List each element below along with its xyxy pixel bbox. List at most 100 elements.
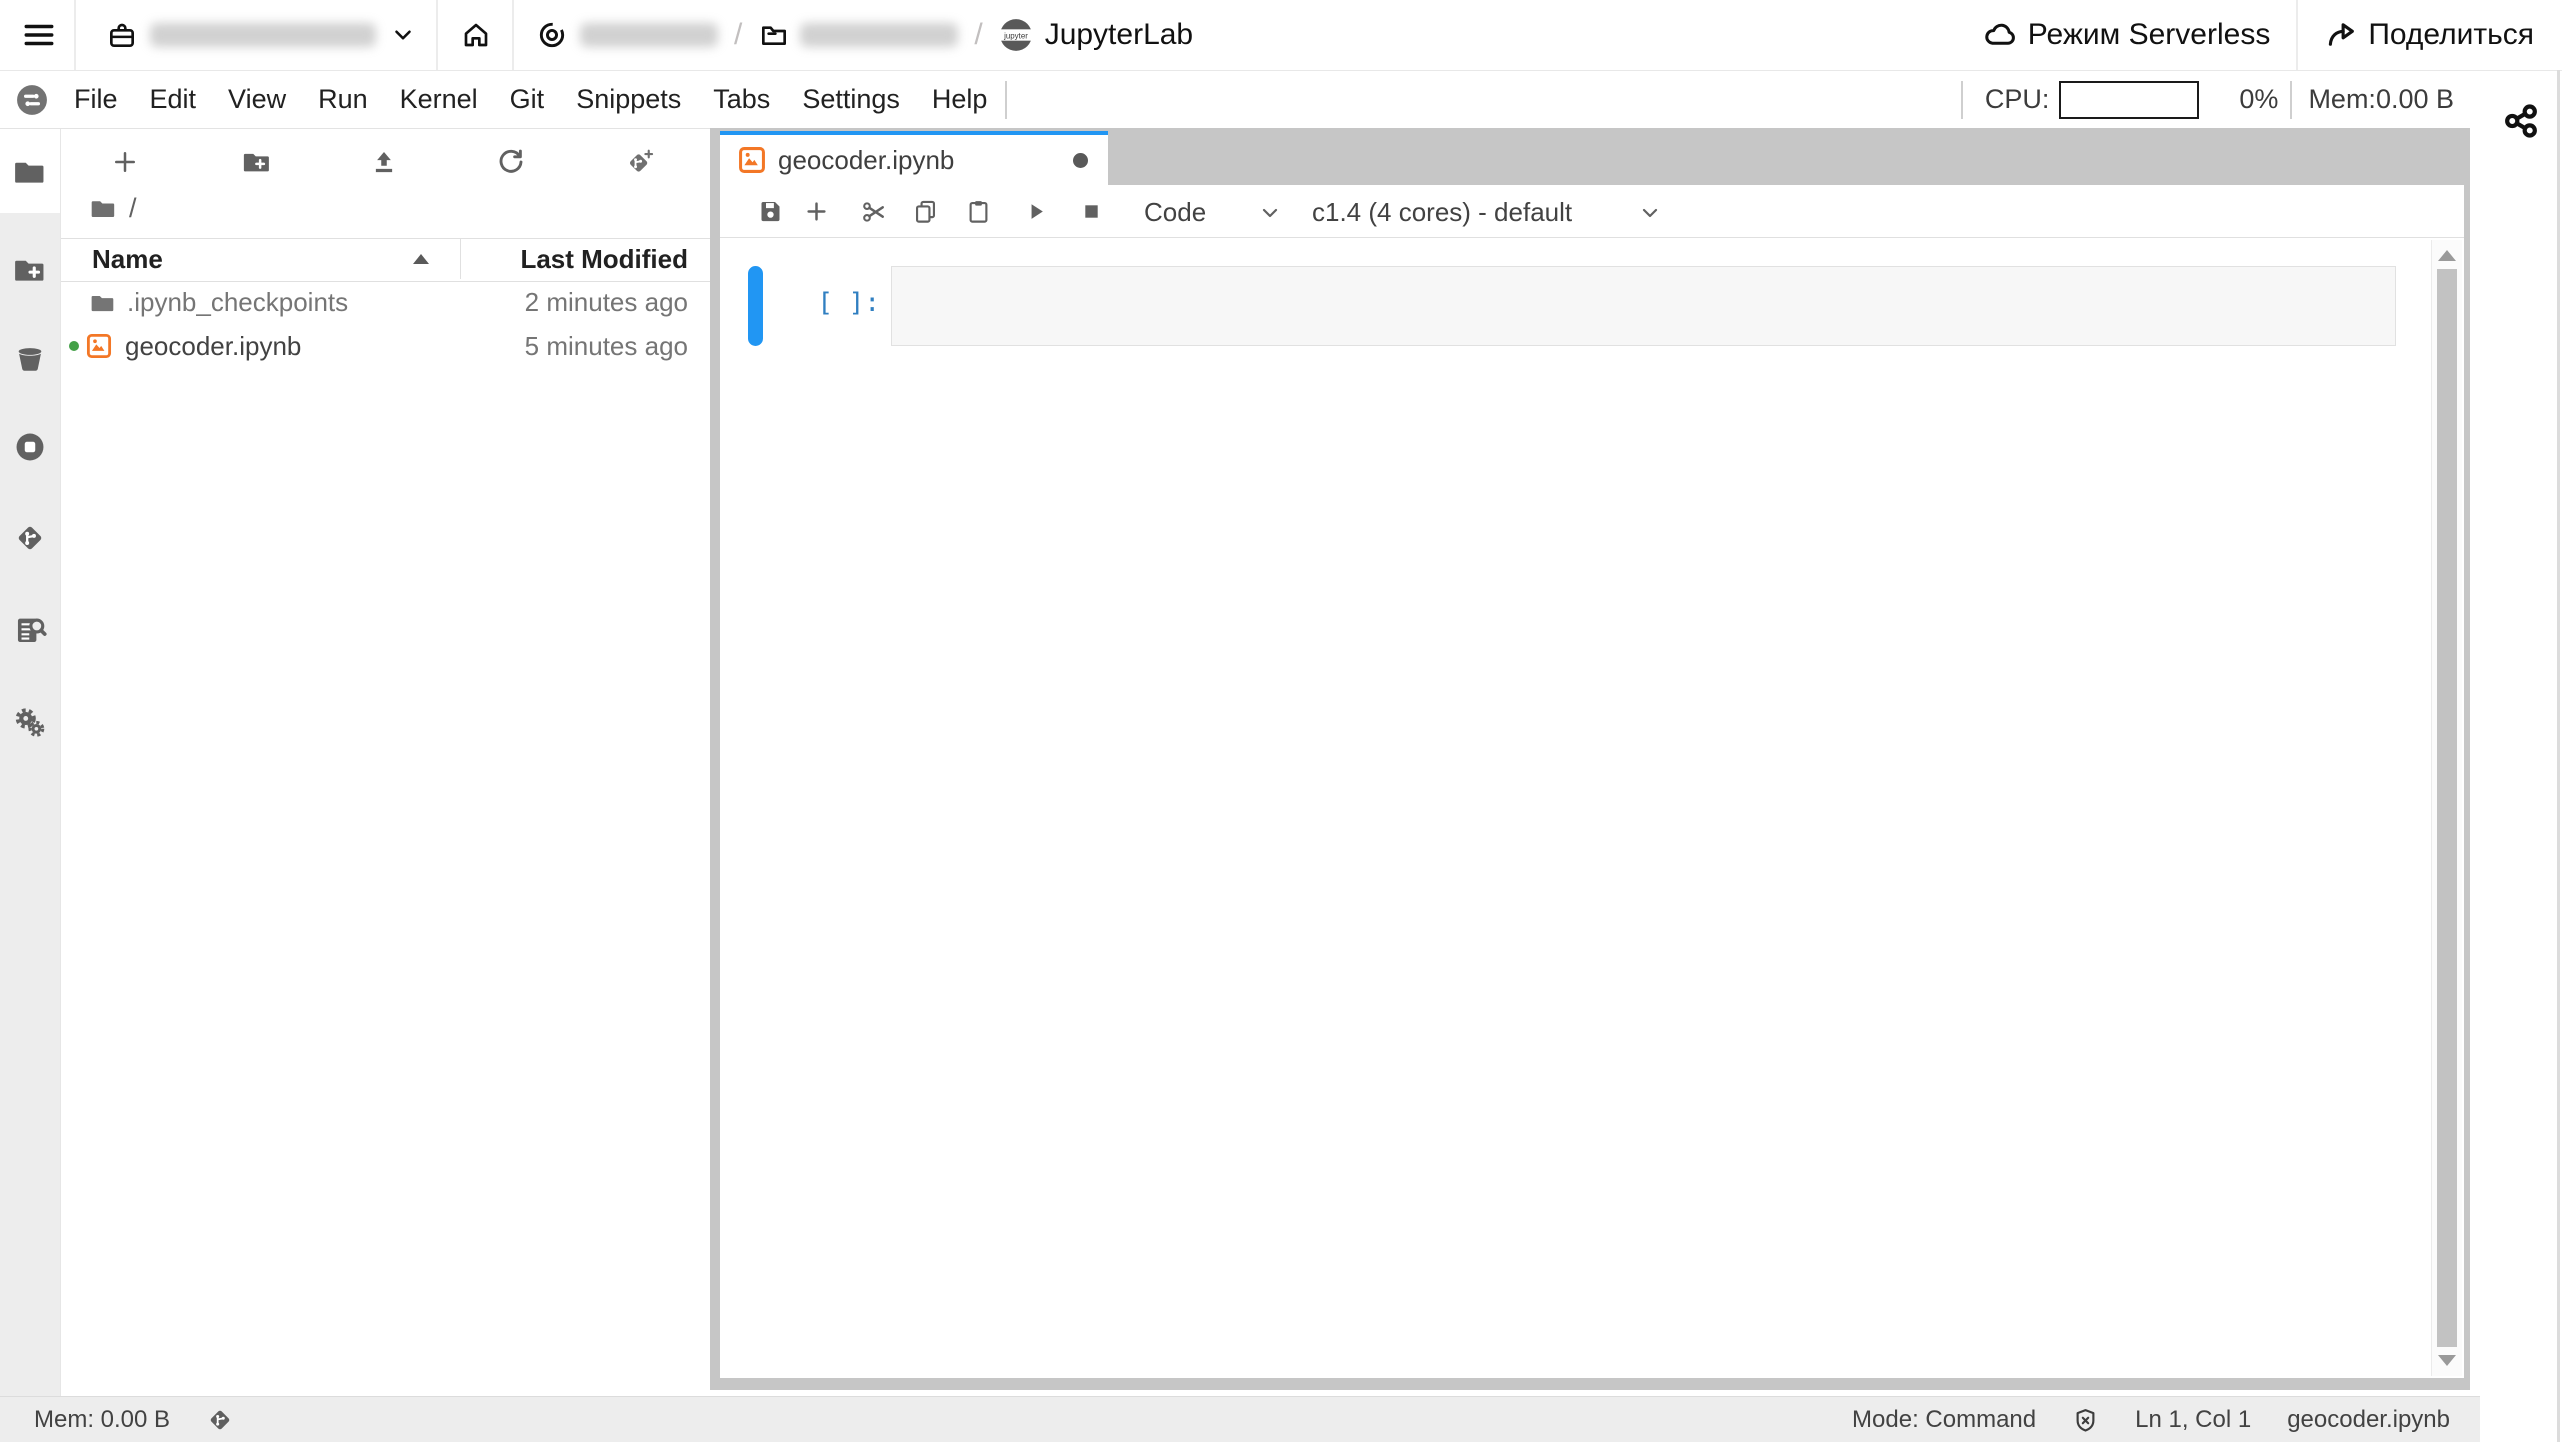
insert-cell-button plus-icon[interactable] [803,198,830,225]
cursor-position[interactable]: Ln 1, Col 1 [2135,1406,2251,1434]
menu-file[interactable]: File [58,84,134,115]
column-header-name[interactable]: Name [92,239,163,279]
serverless-mode-button[interactable]: Режим Serverless [1982,17,2271,53]
menu-kernel[interactable]: Kernel [384,84,494,115]
cell-type-dropdown[interactable]: Code [1144,197,1206,228]
breadcrumb-root[interactable]: / [129,193,137,224]
folder-icon [90,195,117,222]
stop-kernel-button stop-icon[interactable] [1078,198,1105,225]
file-browser-breadcrumb[interactable]: / [90,193,137,224]
jupyter-logo-word: jupyter [1003,31,1028,40]
kernel-running-dot [69,341,79,351]
menubar-divider [1005,81,1007,119]
s3-bucket-tab bucket-icon[interactable] [13,341,47,375]
topbar-divider [74,0,76,70]
topbar-divider [436,0,438,70]
cpu-value: 0% [2239,84,2278,115]
chevron-down-icon[interactable] [1258,201,1282,225]
git-status-icon[interactable] [206,1406,234,1434]
cell-prompt: [ ]: [750,288,880,318]
chevron-down-icon[interactable] [1638,201,1662,225]
refresh-button refresh-icon[interactable] [496,147,526,177]
snippets-tab snippets-search-icon[interactable] [13,613,47,647]
menu-view[interactable]: View [212,84,302,115]
upload-button upload-icon[interactable] [369,147,399,177]
file-list-header: Name Last Modified [61,238,710,282]
menu-settings[interactable]: Settings [786,84,916,115]
running-sessions-tab stop-circle-icon[interactable] [13,430,47,464]
paste-cells-button clipboard-icon[interactable] [965,198,992,225]
kernel-selector[interactable]: c1.4 (4 cores) - default [1312,197,1572,228]
breadcrumb-separator: / [734,18,742,52]
chevron-down-icon[interactable] [390,22,416,48]
menubar-divider [2290,81,2292,119]
share-arrow-icon [2324,18,2358,52]
file-browser-tab folder-icon[interactable] [13,155,47,189]
cpu-label: CPU: [1985,84,2050,115]
file-name: .ipynb_checkpoints [127,280,348,324]
datasphere-jupyterlab-window: / / jupyter JupyterLab Режим Serverless … [0,0,2562,1442]
ring-icon [536,19,568,51]
unsaved-changes-dot[interactable] [1073,153,1088,168]
file-modified: 5 minutes ago [525,324,688,368]
new-folder-tab folder-plus-icon[interactable] [13,253,47,287]
topbar-divider [512,0,514,70]
dock-panel: geocoder.ipynb [710,128,2470,1390]
scrollbar-thumb[interactable] [2437,269,2457,1347]
file-row-geocoder-ipynb[interactable]: geocoder.ipynb 5 minutes ago [61,324,710,368]
folder-outline-icon [758,19,790,51]
mem-indicator: Mem:0.00 B [2308,84,2454,115]
home-icon[interactable] [460,19,492,51]
command-mode-indicator[interactable]: Mode: Command [1852,1406,2036,1434]
briefcase-icon [106,19,138,51]
redacted-project-name[interactable] [800,23,958,47]
topbar-divider [2296,0,2298,70]
column-header-modified[interactable]: Last Modified [520,239,688,279]
menubar-divider [1961,81,1963,119]
copy-cells-button copy-icon[interactable] [912,198,939,225]
folder-icon [90,290,116,316]
cut-cells-button scissors-icon[interactable] [860,198,888,226]
file-row-ipynb-checkpoints[interactable]: .ipynb_checkpoints 2 minutes ago [61,280,710,324]
notebook-toolbar: Code c1.4 (4 cores) - default [720,185,2464,238]
menu-snippets[interactable]: Snippets [560,84,697,115]
cpu-meter [2059,81,2199,119]
run-cell-button play-icon[interactable] [1022,198,1049,225]
scroll-down-arrow[interactable] [2438,1355,2456,1366]
sort-ascending-icon[interactable] [413,254,429,264]
share-graph-icon[interactable] [2500,100,2542,142]
new-launcher-button plus-icon[interactable] [110,147,140,177]
notebook-file-icon [86,333,112,359]
menu-help[interactable]: Help [916,84,1004,115]
tab-title: geocoder.ipynb [778,145,954,176]
menu-bar: File Edit View Run Kernel Git Snippets T… [0,71,2470,129]
notebook-scrollbar[interactable] [2431,240,2462,1376]
share-button[interactable]: Поделиться [2324,18,2534,52]
activity-sidebar [0,129,61,1396]
settings-tab gears-icon[interactable] [13,705,47,739]
memory-usage: Mem: 0.00 B [34,1406,170,1434]
file-browser-panel: / Name Last Modified .ipynb_checkpoints … [61,129,710,1396]
notebook-file-icon [738,146,766,174]
notebook-trust-shield-icon[interactable] [2072,1407,2099,1434]
menu-git[interactable]: Git [494,84,561,115]
git-clone-button git-clone-icon[interactable] [623,147,655,179]
notebook-tab[interactable]: geocoder.ipynb [720,131,1108,185]
jupyterlab-label: JupyterLab [1045,18,1193,52]
share-label: Поделиться [2368,18,2534,52]
menu-edit[interactable]: Edit [134,84,213,115]
menu-tabs[interactable]: Tabs [697,84,786,115]
redacted-org-name[interactable] [580,23,718,47]
new-folder-button folder-plus-icon[interactable] [242,147,272,177]
cell-editor[interactable] [891,266,2396,346]
save-button save-icon[interactable] [757,198,784,225]
scroll-up-arrow[interactable] [2438,250,2456,261]
redacted-cloud-name[interactable] [150,23,376,47]
status-bar: Mem: 0.00 B Mode: Command Ln 1, Col 1 ge… [0,1396,2480,1442]
notebook-content: [ ]: [720,238,2464,1378]
datasphere-logo-icon [16,84,48,116]
window-edge [2557,70,2560,1442]
git-tab git-icon[interactable] [13,521,47,555]
menu-run[interactable]: Run [302,84,384,115]
hamburger-menu-icon[interactable] [22,18,56,52]
